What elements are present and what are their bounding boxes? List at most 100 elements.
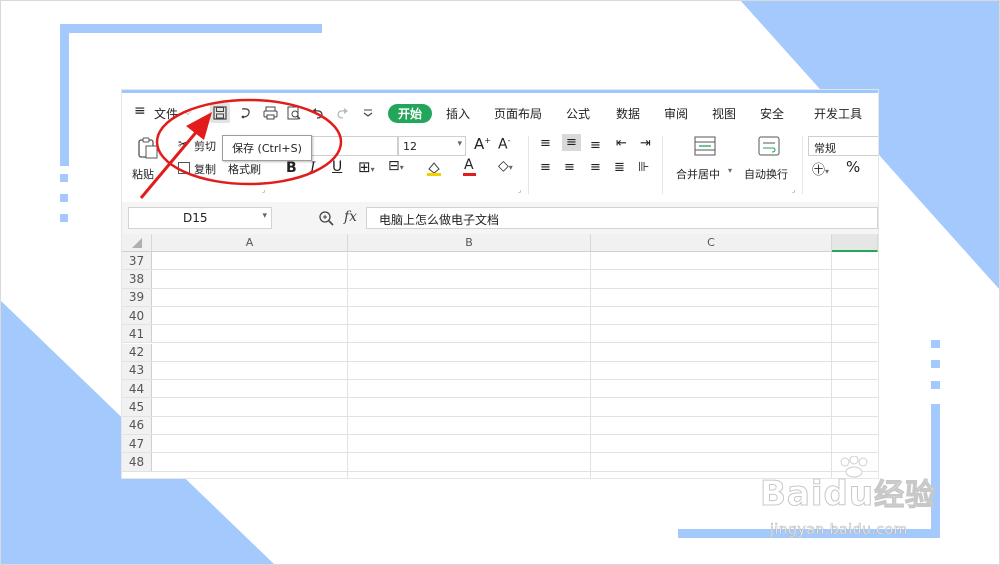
row-number[interactable]: 46 (122, 416, 152, 434)
cut-button[interactable]: 剪切 (194, 138, 216, 154)
align-left-icon[interactable]: ≡ (540, 160, 551, 175)
borders-icon[interactable]: ⊞▾ (358, 158, 375, 176)
row-number[interactable]: 47 (122, 435, 152, 453)
print-preview-icon[interactable] (286, 105, 302, 121)
table-row[interactable]: 44 (122, 380, 878, 399)
zoom-search-icon[interactable] (318, 210, 334, 226)
tab-security[interactable]: 安全 (760, 105, 784, 122)
select-all-corner[interactable] (122, 234, 152, 252)
fill-color-icon[interactable] (426, 160, 442, 176)
formula-input[interactable]: 电脑上怎么做电子文档 (366, 207, 878, 229)
save-tooltip: 保存 (Ctrl+S) (222, 135, 312, 161)
select-all-icon (131, 237, 142, 248)
table-row[interactable]: 37 (122, 252, 878, 271)
justify-icon[interactable]: ≣ (614, 160, 625, 175)
row-number[interactable]: 41 (122, 325, 152, 343)
chevron-down-icon[interactable]: ⌵ (184, 107, 192, 118)
row-number[interactable]: 37 (122, 252, 152, 270)
formula-bar: D15 ▾ fx 电脑上怎么做电子文档 (122, 202, 878, 234)
row-number[interactable]: 39 (122, 288, 152, 306)
clear-format-icon[interactable]: ◇▾ (498, 158, 513, 174)
decrease-font-icon[interactable]: A- (498, 136, 510, 153)
number-format-dropdown[interactable]: 常规 (808, 136, 878, 156)
tab-view[interactable]: 视图 (712, 105, 736, 122)
quick-access-dropdown-icon[interactable] (360, 105, 376, 121)
align-bottom-icon[interactable]: ≡ (590, 138, 601, 153)
column-divider (347, 252, 348, 478)
tab-developer[interactable]: 开发工具 (814, 105, 862, 122)
column-header-c[interactable]: C (591, 234, 832, 252)
table-row[interactable]: 40 (122, 306, 878, 326)
italic-button[interactable]: I (310, 160, 316, 176)
table-row[interactable]: 46 (122, 416, 878, 435)
row-number[interactable]: 45 (122, 398, 152, 416)
expand-align-group-icon[interactable]: ⌟ (792, 186, 795, 194)
print-icon[interactable] (262, 105, 278, 121)
table-row[interactable]: 39 (122, 288, 878, 307)
table-row[interactable]: 38 (122, 270, 878, 289)
column-header-d[interactable] (832, 234, 878, 252)
table-row[interactable]: 43 (122, 361, 878, 381)
row-number[interactable]: 48 (122, 453, 152, 471)
redo-icon[interactable] (334, 105, 350, 121)
underline-button[interactable]: U (332, 159, 342, 175)
column-divider (831, 252, 832, 478)
increase-indent-icon[interactable]: ⇥ (640, 136, 651, 151)
currency-icon[interactable]: ㊉▾ (812, 159, 829, 178)
tab-insert[interactable]: 插入 (446, 105, 470, 122)
column-header-b[interactable]: B (348, 234, 591, 252)
font-size-dropdown[interactable]: 12 ▾ (398, 136, 466, 156)
align-middle-icon[interactable]: ≡ (562, 134, 581, 151)
decrease-indent-icon[interactable]: ⇤ (616, 136, 627, 151)
table-row[interactable]: 42 (122, 343, 878, 362)
distributed-icon[interactable]: ⊪ (638, 160, 649, 175)
tab-data[interactable]: 数据 (616, 105, 640, 122)
row-number[interactable]: 38 (122, 270, 152, 288)
hamburger-icon[interactable]: ≡ (134, 103, 146, 119)
row-number[interactable]: 40 (122, 306, 152, 325)
watermark-brand-latin: Bai (760, 474, 824, 515)
copy-icon[interactable] (178, 162, 190, 174)
bold-button[interactable]: B (286, 160, 297, 176)
paste-button[interactable]: 粘贴 (130, 136, 166, 182)
expand-font-group-icon[interactable]: ⌟ (518, 186, 521, 194)
merge-center-label: 合并居中 (676, 168, 720, 181)
undo-history-icon[interactable] (238, 105, 254, 121)
fx-icon[interactable]: fx (344, 209, 357, 225)
scissors-icon[interactable]: ✂ (178, 137, 188, 151)
file-menu[interactable]: 文件 (154, 105, 178, 122)
spreadsheet-grid[interactable]: A B C 37 38 39 40 41 42 43 44 45 46 47 4… (122, 234, 878, 478)
font-color-icon[interactable]: A (462, 157, 478, 176)
watermark-url: jingyan.baidu.com (770, 522, 908, 539)
table-row[interactable]: 45 (122, 398, 878, 417)
spreadsheet-screenshot: ≡ 文件 ⌵ 开始 插入 页面布局 公式 数据 审阅 视图 安全 开发工具 粘贴… (122, 90, 878, 478)
tab-review[interactable]: 审阅 (664, 105, 688, 122)
undo-icon[interactable] (310, 105, 326, 121)
row-number[interactable]: 44 (122, 380, 152, 398)
merge-cells-icon (694, 136, 716, 156)
wrap-text-icon (758, 136, 780, 156)
merge-center-button[interactable]: 合并居中 ▾ (674, 136, 736, 182)
table-row[interactable]: 47 (122, 435, 878, 454)
name-box[interactable]: D15 ▾ (128, 207, 272, 229)
row-number[interactable]: 42 (122, 343, 152, 361)
chevron-down-icon: ▾ (457, 139, 462, 149)
copy-button[interactable]: 复制 (194, 161, 216, 177)
increase-font-icon[interactable]: A+ (474, 135, 491, 153)
align-top-icon[interactable]: ≡ (540, 136, 551, 151)
percent-button[interactable]: % (846, 158, 860, 176)
save-icon[interactable] (210, 103, 230, 123)
fill-style-icon[interactable]: ⊟▾ (388, 158, 404, 174)
formula-content: 电脑上怎么做电子文档 (379, 213, 500, 227)
expand-clipboard-group-icon[interactable]: ⌟ (262, 186, 265, 194)
tab-formulas[interactable]: 公式 (566, 105, 590, 122)
align-center-icon[interactable]: ≡ (564, 160, 575, 175)
tab-home[interactable]: 开始 (388, 104, 432, 123)
align-right-icon[interactable]: ≡ (590, 160, 601, 175)
column-header-a[interactable]: A (152, 234, 348, 252)
tab-page-layout[interactable]: 页面布局 (494, 105, 542, 122)
row-number[interactable]: 43 (122, 361, 152, 380)
table-row[interactable]: 41 (122, 325, 878, 344)
format-painter-button[interactable]: 格式刷 (228, 161, 261, 177)
wrap-text-button[interactable]: 自动换行 (742, 136, 798, 182)
